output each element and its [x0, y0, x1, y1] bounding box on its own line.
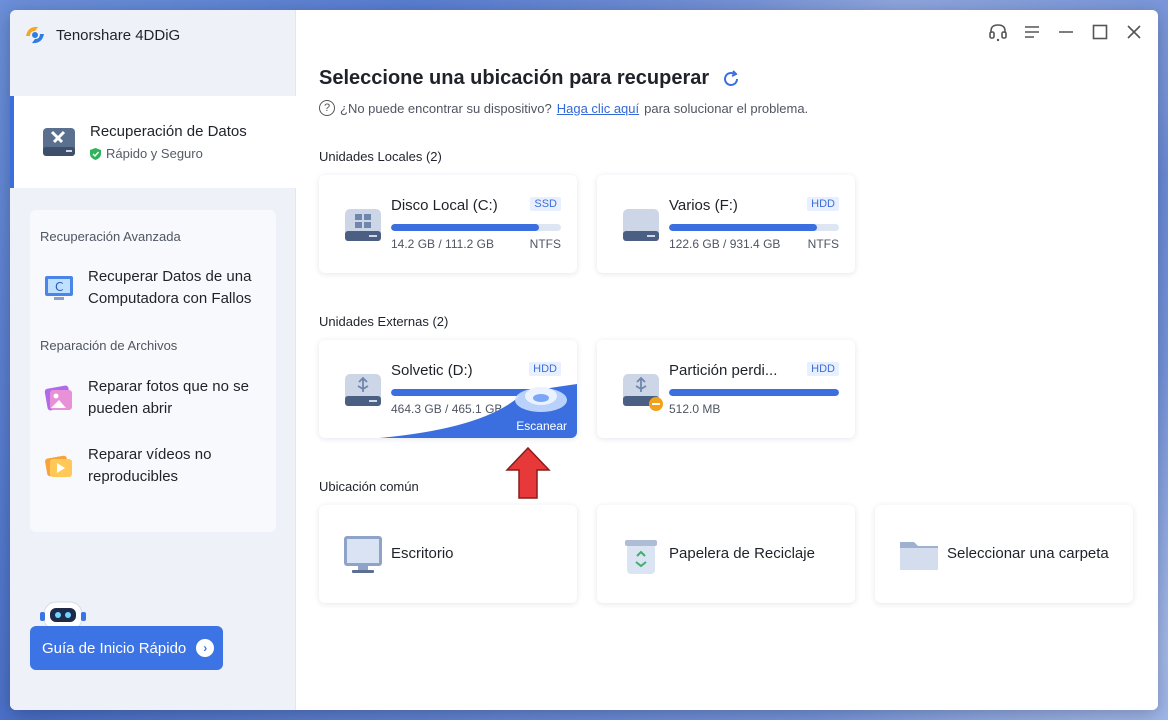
minimize-icon[interactable] [1056, 22, 1076, 42]
location-name: Papelera de Reciclaje [669, 545, 815, 562]
red-annotation-arrow-icon [505, 446, 551, 499]
desktop-icon [344, 536, 382, 573]
drive-name: Varios (F:) [669, 197, 738, 214]
hard-drive-icon [623, 209, 659, 241]
quick-start-label: Guía de Inicio Rápido [42, 639, 187, 657]
windows-drive-icon [345, 209, 381, 241]
support-headset-icon[interactable] [988, 22, 1008, 42]
nav-data-recovery[interactable]: Recuperación de Datos Rápido y Seguro [10, 96, 296, 188]
sidebar-item-label: Reparar fotos que no se pueden abrir [88, 378, 249, 417]
drive-usage-bar [391, 224, 561, 231]
hint-suffix: para solucionar el problema. [644, 100, 809, 116]
menu-icon[interactable] [1022, 22, 1042, 42]
sidebar-item-crashed-computer[interactable]: C Recuperar Datos de una Computadora con… [42, 266, 272, 310]
drive-card-d[interactable]: Solvetic (D:) HDD 464.3 GB / 465.1 GB Es… [319, 340, 577, 438]
location-desktop[interactable]: Escritorio [319, 505, 577, 603]
window-controls [988, 22, 1144, 42]
advanced-panel: Recuperación Avanzada C Recuperar Datos … [30, 210, 276, 532]
shield-check-icon [90, 147, 101, 160]
folder-icon [900, 542, 938, 570]
location-recycle-bin[interactable]: Papelera de Reciclaje [597, 505, 855, 603]
drive-size: 122.6 GB / 931.4 GB [669, 237, 781, 251]
usb-drive-warning-icon [623, 374, 663, 411]
drive-filesystem: NTFS [807, 237, 839, 251]
drive-size: 512.0 MB [669, 402, 721, 416]
crashed-computer-icon: C [42, 271, 76, 305]
drive-type-badge: HDD [529, 362, 561, 376]
help-hint: ? ¿No puede encontrar su dispositivo? Ha… [319, 100, 808, 116]
drive-usage-bar [669, 224, 839, 231]
recycle-bin-icon [625, 540, 657, 574]
drive-size: 14.2 GB / 111.2 GB [391, 237, 494, 251]
svg-text:C: C [55, 280, 63, 294]
usb-drive-icon [345, 374, 381, 406]
drive-card-lost-partition[interactable]: Partición perdi... HDD 512.0 MB [597, 340, 855, 438]
app-title-text: Tenorshare 4DDiG [56, 26, 181, 44]
advanced-recovery-heading: Recuperación Avanzada [40, 229, 181, 244]
drive-type-badge: HDD [807, 197, 839, 211]
sidebar-item-video-repair[interactable]: Reparar vídeos no reproducibles [42, 444, 272, 488]
sidebar: Tenorshare 4DDiG Recuperación de Datos R… [10, 10, 296, 710]
app-title: Tenorshare 4DDiG [22, 22, 180, 48]
photo-repair-icon [42, 381, 76, 415]
tools-drive-icon [40, 123, 78, 161]
drive-usage-bar [669, 389, 839, 396]
drive-usage-bar [391, 389, 561, 396]
help-link[interactable]: Haga clic aquí [557, 101, 639, 116]
file-repair-heading: Reparación de Archivos [40, 338, 178, 353]
nav-data-recovery-subtitle: Rápido y Seguro [90, 146, 247, 161]
subtitle-text: Rápido y Seguro [106, 146, 203, 161]
maximize-icon[interactable] [1090, 22, 1110, 42]
quick-start-guide-button[interactable]: Guía de Inicio Rápido › [30, 626, 223, 670]
scan-button[interactable]: Escanear [516, 419, 567, 433]
drive-usage-fill [669, 224, 817, 231]
hint-prefix: ¿No puede encontrar su dispositivo? [340, 100, 552, 116]
sidebar-item-label: Recuperar Datos de una Computadora con F… [88, 268, 252, 307]
chevron-right-icon: › [196, 639, 215, 657]
page-title: Seleccione una ubicación para recuperar [319, 67, 741, 90]
nav-data-recovery-title: Recuperación de Datos [90, 123, 247, 140]
drive-name: Partición perdi... [669, 362, 778, 379]
drive-usage-fill [391, 389, 560, 396]
local-drives-heading: Unidades Locales (2) [319, 149, 442, 164]
drive-usage-fill [391, 224, 539, 231]
video-repair-icon [42, 449, 76, 483]
location-name: Escritorio [391, 545, 454, 562]
drive-type-badge: HDD [807, 362, 839, 376]
page-title-text: Seleccione una ubicación para recuperar [319, 67, 710, 89]
main-content: Seleccione una ubicación para recuperar … [296, 10, 1158, 710]
sidebar-item-label: Reparar vídeos no reproducibles [88, 446, 212, 485]
external-drives-heading: Unidades Externas (2) [319, 314, 449, 329]
drive-filesystem: NTFS [529, 237, 561, 251]
drive-card-c[interactable]: Disco Local (C:) SSD 14.2 GB / 111.2 GB … [319, 175, 577, 273]
drive-name: Solvetic (D:) [391, 362, 473, 379]
drive-name: Disco Local (C:) [391, 197, 498, 214]
drive-card-f[interactable]: Varios (F:) HDD 122.6 GB / 931.4 GB NTFS [597, 175, 855, 273]
app-logo-icon [22, 22, 48, 48]
question-icon: ? [319, 100, 335, 116]
sidebar-item-photo-repair[interactable]: Reparar fotos que no se pueden abrir [42, 376, 272, 420]
location-select-folder[interactable]: Seleccionar una carpeta [875, 505, 1133, 603]
common-locations-heading: Ubicación común [319, 479, 419, 494]
drive-usage-fill [669, 389, 839, 396]
app-window: Tenorshare 4DDiG Recuperación de Datos R… [10, 10, 1158, 710]
close-icon[interactable] [1124, 22, 1144, 42]
refresh-icon[interactable] [721, 69, 741, 89]
location-name: Seleccionar una carpeta [947, 545, 1109, 562]
drive-type-badge: SSD [530, 197, 561, 211]
drive-size: 464.3 GB / 465.1 GB [391, 402, 503, 416]
